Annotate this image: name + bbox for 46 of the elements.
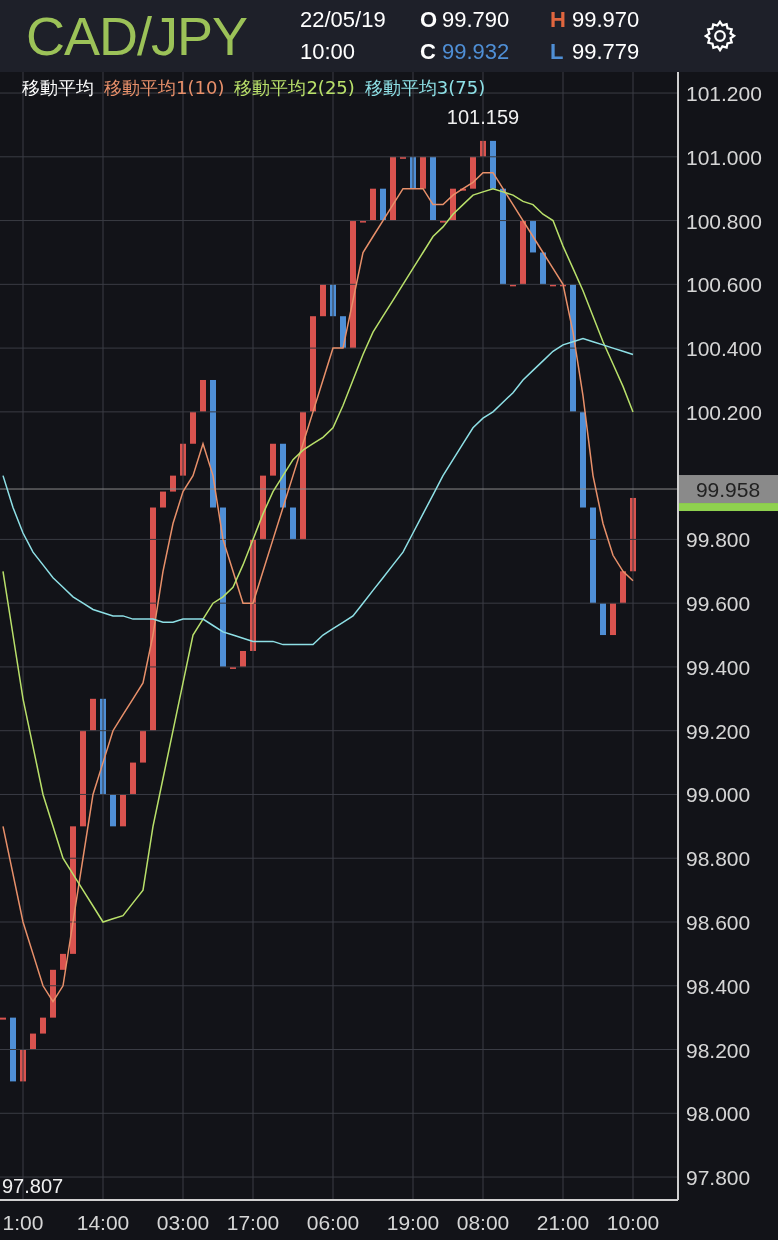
current-price-tag: 99.958: [679, 475, 778, 503]
y-axis-label: 101.200: [686, 82, 762, 106]
ohlc-value: 99.779: [572, 39, 640, 65]
y-axis-label: 98.200: [686, 1038, 751, 1062]
x-axis-label: 03:00: [156, 1211, 210, 1234]
legend-title: 移動平均: [22, 76, 94, 100]
y-axis-label: 101.000: [686, 145, 762, 169]
y-axis-label: 99.200: [686, 719, 751, 743]
ohlc-label: C: [420, 39, 437, 65]
y-axis-label: 100.200: [686, 400, 762, 424]
y-axis-label: 100.400: [686, 337, 762, 361]
ohlc-label: H: [550, 7, 567, 33]
x-axis-label: 19:00: [386, 1211, 440, 1234]
y-axis-label: 99.400: [686, 655, 751, 679]
x-axis-label: 17:00: [226, 1211, 280, 1234]
x-axis-label: 1:00: [2, 1211, 44, 1234]
currency-pair-title: CAD/JPY: [25, 5, 249, 67]
y-axis-label: 99.600: [686, 592, 751, 616]
legend-item: 移動平均3(75): [364, 76, 486, 100]
x-axis-label: 21:00: [536, 1211, 590, 1234]
x-axis-label: 10:00: [606, 1211, 660, 1234]
price-extreme-label: 101.159: [446, 106, 520, 128]
y-axis-label: 99.000: [686, 783, 751, 807]
ohlc-value: 99.970: [572, 7, 640, 33]
x-axis-label: 06:00: [306, 1211, 360, 1234]
ohlc-value: 99.790: [442, 7, 510, 33]
ohlc-label: L: [550, 39, 565, 65]
x-axis-label: 08:00: [456, 1211, 510, 1234]
ohlc-label: O: [420, 7, 439, 33]
price-extreme-label: 97.807: [2, 1174, 64, 1197]
y-axis-label: 97.800: [686, 1166, 751, 1190]
legend-item: 移動平均2(25): [234, 76, 355, 100]
settings-icon[interactable]: [702, 18, 738, 54]
date-text: 22/05/19: [300, 7, 387, 33]
y-axis-label: 100.600: [686, 273, 762, 297]
ref-line-label: 99.958: [695, 478, 761, 502]
time-text: 10:00: [300, 39, 357, 65]
y-axis-label: 98.600: [686, 911, 751, 934]
y-axis-label: 100.800: [686, 209, 762, 233]
ohlc-value: 99.932: [442, 39, 510, 65]
y-axis-label: 99.800: [686, 528, 751, 552]
y-axis-label: 98.800: [686, 847, 751, 871]
legend-item: 移動平均1(10): [104, 76, 225, 100]
y-axis-label: 98.000: [686, 1102, 751, 1126]
y-axis-label: 98.400: [686, 974, 751, 998]
x-axis-label: 14:00: [76, 1211, 130, 1234]
